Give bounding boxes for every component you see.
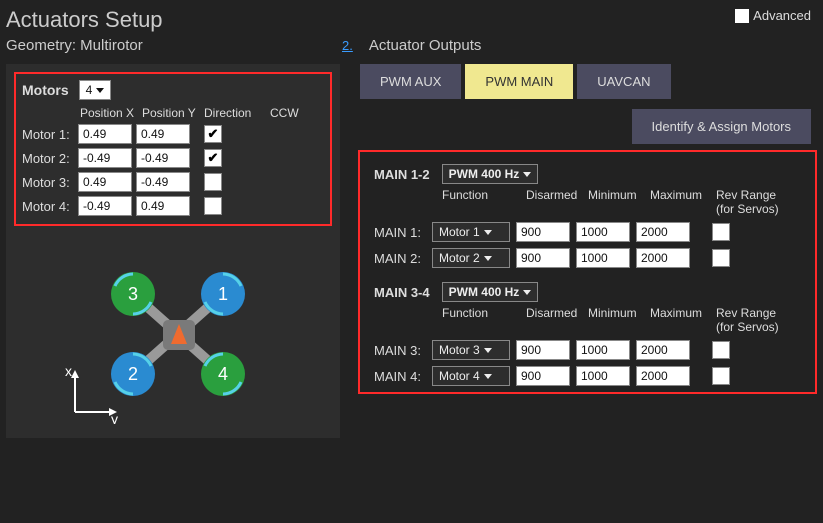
channel-row: MAIN 3: Motor 3 <box>374 340 809 360</box>
channel-label: MAIN 1: <box>374 225 426 240</box>
function-select[interactable]: Motor 1 <box>432 222 510 242</box>
group-label: MAIN 1-2 <box>374 167 430 182</box>
outputs-label: Actuator Outputs <box>369 37 482 54</box>
motor-diagram: 3 1 2 <box>63 244 283 424</box>
chevron-down-icon <box>484 348 492 353</box>
motor-ccw-checkbox[interactable] <box>204 173 222 191</box>
advanced-label: Advanced <box>753 8 811 23</box>
chevron-down-icon <box>96 88 104 93</box>
motor-posx-input[interactable] <box>78 196 132 216</box>
output-tabs: PWM AUX PWM MAIN UAVCAN <box>360 64 817 99</box>
tab-pwm-main[interactable]: PWM MAIN <box>465 64 573 99</box>
channel-row: MAIN 4: Motor 4 <box>374 366 809 386</box>
rev-range-checkbox[interactable] <box>712 249 730 267</box>
motor-node-2: 2 <box>111 352 155 396</box>
motor-count-value: 4 <box>86 83 93 97</box>
tab-pwm-aux[interactable]: PWM AUX <box>360 64 461 99</box>
chevron-down-icon <box>484 256 492 261</box>
rev-range-checkbox[interactable] <box>712 341 730 359</box>
outputs-highlight: MAIN 1-2 PWM 400 Hz Function Disarmed Mi… <box>358 150 817 394</box>
pwm-rate-select[interactable]: PWM 400 Hz <box>442 164 539 184</box>
motors-label: Motors <box>22 82 69 98</box>
svg-text:1: 1 <box>218 284 228 304</box>
motor-row-label: Motor 4: <box>22 199 74 214</box>
chevron-down-icon <box>484 374 492 379</box>
motor-row-label: Motor 3: <box>22 175 74 190</box>
pwm-rate-value: PWM 400 Hz <box>449 167 520 181</box>
rev-range-checkbox[interactable] <box>712 223 730 241</box>
motor-posx-input[interactable] <box>78 172 132 192</box>
motor-row-label: Motor 2: <box>22 151 74 166</box>
motors-panel: Motors 4 Position X Position Y Direction… <box>6 64 340 438</box>
motor-row: Motor 1: ✔ <box>22 124 324 144</box>
geometry-label: Geometry: Multirotor <box>6 37 336 54</box>
motor-row: Motor 2: ✔ <box>22 148 324 168</box>
motor-row-label: Motor 1: <box>22 127 74 142</box>
maximum-input[interactable] <box>636 340 690 360</box>
motor-row: Motor 4: <box>22 196 324 216</box>
minimum-input[interactable] <box>576 340 630 360</box>
motor-row: Motor 3: <box>22 172 324 192</box>
motor-posx-input[interactable] <box>78 124 132 144</box>
disarmed-input[interactable] <box>516 366 570 386</box>
function-select[interactable]: Motor 2 <box>432 248 510 268</box>
maximum-input[interactable] <box>636 222 690 242</box>
motor-posy-input[interactable] <box>136 124 190 144</box>
motor-posx-input[interactable] <box>78 148 132 168</box>
minimum-input[interactable] <box>576 248 630 268</box>
motor-posy-input[interactable] <box>136 148 190 168</box>
motors-highlight: Motors 4 Position X Position Y Direction… <box>14 72 332 226</box>
motor-ccw-checkbox[interactable]: ✔ <box>204 149 222 167</box>
motor-node-3: 3 <box>111 272 155 316</box>
chevron-down-icon <box>523 172 531 177</box>
chevron-down-icon <box>523 290 531 295</box>
channel-row: MAIN 2: Motor 2 <box>374 248 809 268</box>
minimum-input[interactable] <box>576 366 630 386</box>
svg-text:y: y <box>111 411 118 424</box>
pwm-rate-value: PWM 400 Hz <box>449 285 520 299</box>
channel-row: MAIN 1: Motor 1 <box>374 222 809 242</box>
motor-node-4: 4 <box>201 352 245 396</box>
outputs-table-header: Function Disarmed Minimum Maximum Rev Ra… <box>438 188 809 216</box>
maximum-input[interactable] <box>636 248 690 268</box>
channel-label: MAIN 3: <box>374 343 426 358</box>
rev-range-checkbox[interactable] <box>712 367 730 385</box>
disarmed-input[interactable] <box>516 248 570 268</box>
geometry-help-link[interactable]: 2. <box>342 38 353 53</box>
identify-motors-button[interactable]: Identify & Assign Motors <box>632 109 811 144</box>
channel-label: MAIN 2: <box>374 251 426 266</box>
disarmed-input[interactable] <box>516 340 570 360</box>
outputs-table-header: Function Disarmed Minimum Maximum Rev Ra… <box>438 306 809 334</box>
motors-table-header: Position X Position Y Direction CCW <box>22 106 324 120</box>
motor-ccw-checkbox[interactable] <box>204 197 222 215</box>
motor-count-select[interactable]: 4 <box>79 80 112 100</box>
minimum-input[interactable] <box>576 222 630 242</box>
chevron-down-icon <box>484 230 492 235</box>
advanced-toggle[interactable]: Advanced <box>735 8 811 23</box>
function-select[interactable]: Motor 4 <box>432 366 510 386</box>
motor-posy-input[interactable] <box>136 172 190 192</box>
svg-text:2: 2 <box>128 364 138 384</box>
group-label: MAIN 3-4 <box>374 285 430 300</box>
svg-text:4: 4 <box>218 364 228 384</box>
svg-text:3: 3 <box>128 284 138 304</box>
motor-ccw-checkbox[interactable]: ✔ <box>204 125 222 143</box>
tab-uavcan[interactable]: UAVCAN <box>577 64 670 99</box>
advanced-checkbox[interactable] <box>735 9 749 23</box>
function-select[interactable]: Motor 3 <box>432 340 510 360</box>
channel-label: MAIN 4: <box>374 369 426 384</box>
axes-icon: x y <box>65 363 118 424</box>
pwm-rate-select[interactable]: PWM 400 Hz <box>442 282 539 302</box>
motor-node-1: 1 <box>201 272 245 316</box>
disarmed-input[interactable] <box>516 222 570 242</box>
maximum-input[interactable] <box>636 366 690 386</box>
svg-text:x: x <box>65 363 72 379</box>
motor-posy-input[interactable] <box>136 196 190 216</box>
page-title: Actuators Setup <box>0 0 823 33</box>
